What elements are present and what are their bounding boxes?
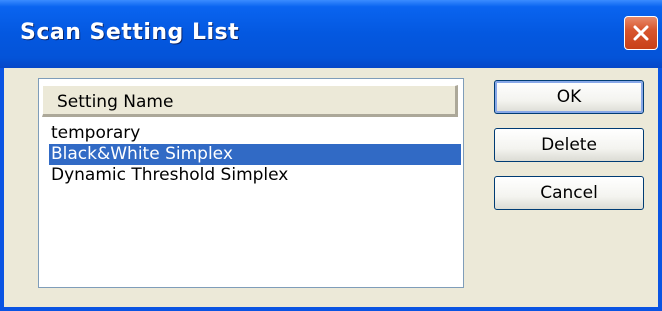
column-header-setting-name[interactable]: Setting Name [42,85,458,117]
delete-button[interactable]: Delete [494,128,644,162]
list-item[interactable]: Dynamic Threshold Simplex [49,165,461,186]
settings-rows: temporary Black&White Simplex Dynamic Th… [49,123,461,186]
list-item[interactable]: temporary [49,123,461,144]
column-header-label: Setting Name [57,92,174,112]
title-bar[interactable]: Scan Setting List [0,0,662,68]
settings-listview[interactable]: Setting Name temporary Black&White Simpl… [38,78,464,288]
ok-button[interactable]: OK [494,80,644,114]
close-icon [633,25,649,41]
scan-setting-list-dialog: Scan Setting List Setting Name temporary… [0,0,662,311]
close-button[interactable] [624,16,658,50]
window-title: Scan Setting List [20,20,240,45]
cancel-button[interactable]: Cancel [494,176,644,210]
list-item-selected[interactable]: Black&White Simplex [49,144,461,165]
